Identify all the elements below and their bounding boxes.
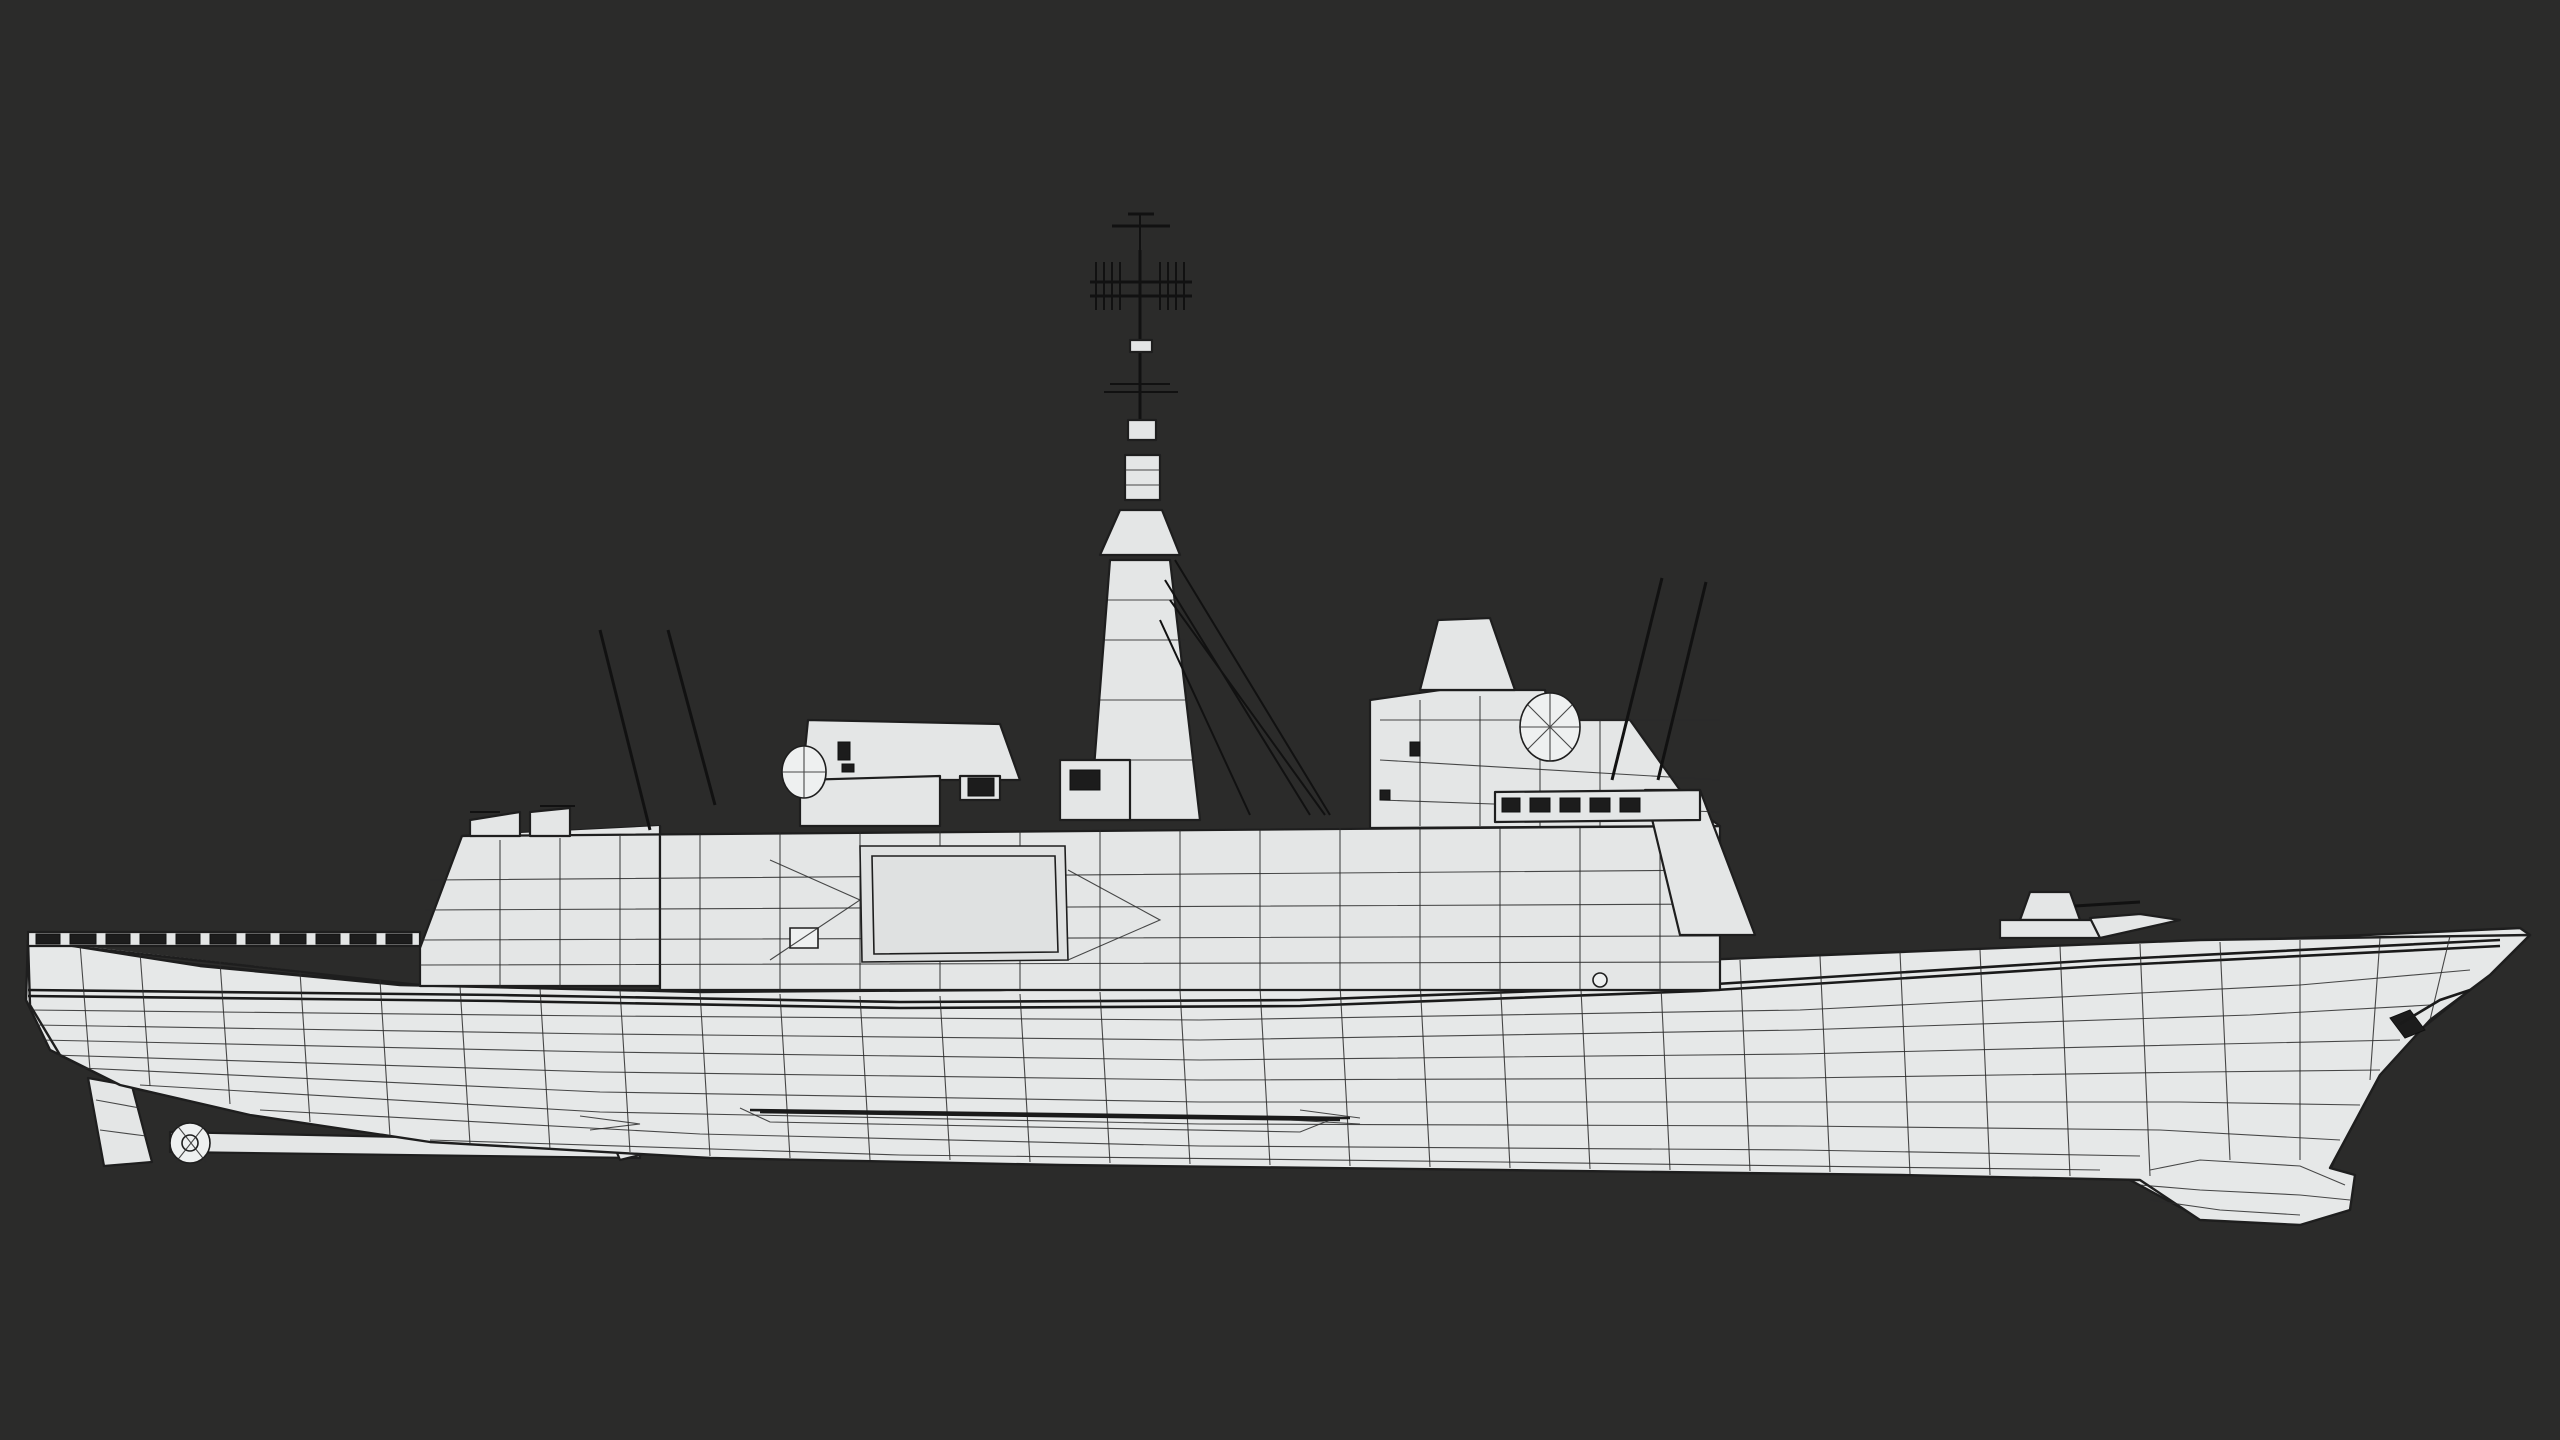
aft-gun-mounts [468, 805, 575, 838]
forward-gun-turret [1998, 890, 2182, 940]
hangar [418, 824, 1722, 992]
aft-deckhouse [781, 718, 1022, 828]
main-mast [1058, 212, 1331, 822]
3d-viewport[interactable] [0, 0, 2560, 1440]
stern-deck [26, 930, 422, 948]
frigate-wireframe-model [24, 212, 2532, 1227]
